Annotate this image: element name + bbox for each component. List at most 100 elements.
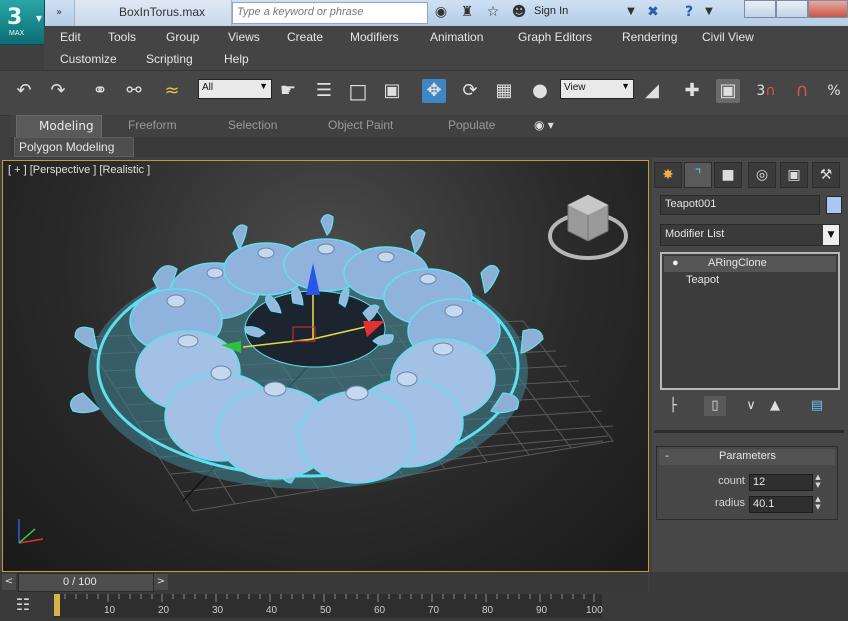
window-controls [740,0,848,18]
create-tab-icon[interactable]: ✸ [654,162,682,188]
chevron-down-icon[interactable]: ▼ [622,3,640,21]
rectangular-selection-region-icon[interactable]: □ [346,79,370,103]
modify-tab-icon[interactable]: ⌝ [684,162,712,188]
radius-field[interactable]: 40.1 [749,496,813,513]
pin-stack-icon[interactable]: ├ [662,396,684,416]
tick-label: 30 [212,605,224,616]
menu-customize[interactable]: Customize [60,52,117,66]
perspective-viewport[interactable]: [ + ] [Perspective ] [Realistic ] [2,160,649,572]
utilities-tab-icon[interactable]: ⚒ [812,162,840,188]
lightbulb-icon[interactable]: ● [672,257,679,269]
tick-label: 70 [428,605,440,616]
hierarchy-tab-icon[interactable]: ■ [714,162,742,188]
chevron-down-icon: ▼ [823,225,839,245]
menu-scripting[interactable]: Scripting [146,52,193,66]
unlink-selection-icon[interactable]: ⚯ [122,79,146,103]
modifier-list-dropdown[interactable]: Modifier List ▼ [660,224,840,246]
application-button[interactable]: 3 MAX ▼ [0,0,45,45]
angle-snap-icon[interactable]: ∩ [790,79,814,103]
modifier-stack[interactable]: ● ARingClone Teapot [660,252,840,390]
quick-access-toolbar-icon[interactable]: » [48,4,70,22]
menu-help[interactable]: Help [224,52,249,66]
current-frame-marker[interactable] [54,594,60,616]
main-toolbar: ↶ ↷ ⚭ ⚯ ≈ All ▼ ☛ ☰ □ ▣ ✥ ⟳ ▦ ● View ▼ ◢… [0,70,848,116]
radius-spinner-arrows[interactable]: ▲ ▼ [813,495,823,512]
reference-coordinate-system-dropdown[interactable]: View ▼ [560,79,634,99]
rollout-title: Parameters [719,450,776,462]
percent-snap-icon[interactable]: % [822,79,846,103]
close-button[interactable] [808,0,848,18]
sign-in-button[interactable]: Sign In [534,5,568,17]
menu-create[interactable]: Create [287,30,323,44]
select-and-move-icon[interactable]: ✥ [422,79,446,103]
select-and-rotate-icon[interactable]: ⟳ [458,79,482,103]
select-and-place-icon[interactable]: ● [528,79,552,103]
count-spinner-arrows[interactable]: ▲ ▼ [813,473,823,490]
menu-modifiers[interactable]: Modifiers [350,30,399,44]
stack-item-teapot[interactable]: Teapot [664,273,836,289]
time-slider[interactable]: < 0 / 100 > [0,572,648,592]
display-tab-icon[interactable]: ▣ [780,162,808,188]
window-crossing-icon[interactable]: ▣ [380,79,404,103]
ribbon-options-icon[interactable]: ◉ ▾ [534,118,554,132]
make-unique-icon[interactable]: ∨ [740,396,762,416]
user-icon[interactable]: ☻ [510,3,528,21]
count-label: count [718,475,745,487]
ribbon-tab-populate[interactable]: Populate [448,118,495,132]
star-icon[interactable]: ☆ [484,3,502,21]
polygon-modeling-button[interactable]: Polygon Modeling [14,137,134,157]
snaps-toggle-label: 3 [756,83,766,99]
ribbon-tab-modeling[interactable]: Modeling [16,115,102,139]
binoculars-icon[interactable]: ◉ [432,3,450,21]
infocenter-icon[interactable]: ♜ [458,3,476,21]
stack-item-label: ARingClone [708,257,767,269]
polygon-modeling-label: Polygon Modeling [19,140,115,154]
menu-rendering[interactable]: Rendering [622,30,677,44]
remove-modifier-icon[interactable]: ▲ [764,396,786,416]
redo-icon[interactable]: ↷ [46,79,70,103]
help-chevron-down-icon[interactable]: ▼ [700,3,718,21]
help-icon[interactable]: ? [680,3,698,21]
parameters-rollout-header[interactable]: - Parameters [659,449,835,465]
menu-edit[interactable]: Edit [60,30,81,44]
show-end-result-icon[interactable]: ▯ [704,396,726,416]
snaps-toggle-icon[interactable]: 3∩ [754,79,778,103]
time-slider-thumb[interactable]: 0 / 100 [18,573,154,592]
menu-graph-editors[interactable]: Graph Editors [518,30,592,44]
configure-modifier-sets-icon[interactable]: ▤ [806,396,828,416]
select-and-manipulate-icon[interactable]: ✚ [680,79,704,103]
object-name-value: Teapot001 [665,198,717,210]
bind-to-space-warp-icon[interactable]: ≈ [160,79,184,103]
stack-item-aringclone[interactable]: ● ARingClone [664,256,836,272]
exchange-icon[interactable]: ✖ [644,3,662,21]
object-color-swatch[interactable] [826,196,842,214]
ribbon-tab-freeform[interactable]: Freeform [128,118,177,132]
menu-group[interactable]: Group [166,30,199,44]
undo-icon[interactable]: ↶ [12,79,36,103]
search-input[interactable]: Type a keyword or phrase [232,2,428,24]
object-name-field[interactable]: Teapot001 [660,195,820,215]
search-placeholder: Type a keyword or phrase [237,6,364,18]
reference-coordinate-system-value: View [564,82,586,93]
mini-curve-editor-icon[interactable]: ☷ [12,594,34,616]
ribbon-tab-selection[interactable]: Selection [228,118,277,132]
select-object-icon[interactable]: ☛ [276,79,300,103]
keyboard-shortcut-override-icon[interactable]: ▣ [716,79,740,103]
status-area [650,572,848,592]
maximize-button[interactable] [776,0,808,18]
ribbon-tab-object-paint[interactable]: Object Paint [328,118,393,132]
selection-filter-dropdown[interactable]: All ▼ [198,79,272,99]
use-pivot-center-icon[interactable]: ◢ [640,79,664,103]
select-and-link-icon[interactable]: ⚭ [88,79,112,103]
menu-civil-view[interactable]: Civil View [702,30,754,44]
select-by-name-icon[interactable]: ☰ [312,79,336,103]
minimize-button[interactable] [744,0,776,18]
previous-frame-icon[interactable]: < [2,574,16,590]
menu-animation[interactable]: Animation [430,30,483,44]
menu-views[interactable]: Views [228,30,260,44]
motion-tab-icon[interactable]: ◎ [748,162,776,188]
count-field[interactable]: 12 [749,474,813,491]
menu-tools[interactable]: Tools [108,30,136,44]
select-and-scale-icon[interactable]: ▦ [492,79,516,103]
next-frame-icon[interactable]: > [154,574,168,590]
